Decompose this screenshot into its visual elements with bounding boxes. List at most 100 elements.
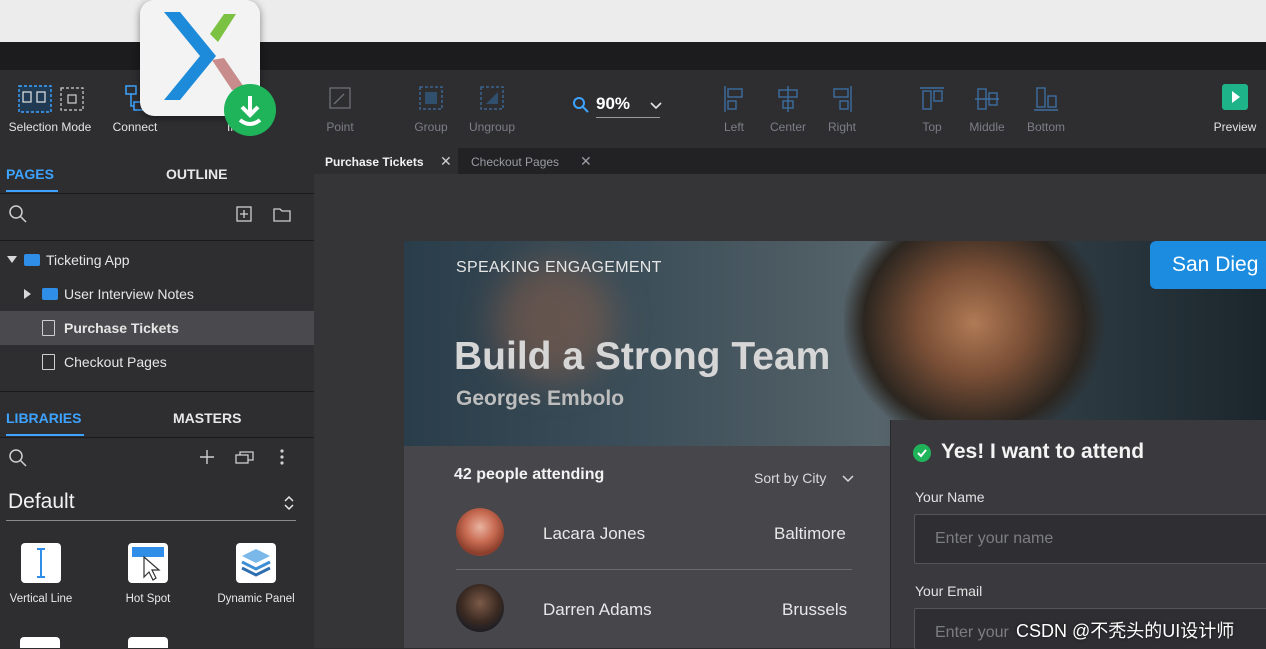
align-center-button[interactable]: Center	[762, 70, 814, 148]
attendee-list: 42 people attending Sort by City Lacara …	[404, 446, 890, 648]
tree-page-checkout-pages[interactable]: Checkout Pages	[0, 345, 314, 379]
avatar	[456, 584, 504, 632]
tree-item-label: Checkout Pages	[64, 354, 167, 370]
preview-button[interactable]: Preview	[1206, 70, 1264, 148]
ungroup-icon	[478, 84, 506, 119]
sort-dropdown[interactable]: Sort by City	[754, 470, 864, 488]
close-icon[interactable]: ✕	[580, 153, 592, 170]
city-tag-label: San Dieg	[1172, 253, 1259, 276]
library-search-icon[interactable]	[8, 448, 28, 468]
tree-item-label: User Interview Notes	[64, 286, 194, 302]
align-middle-button[interactable]: Middle	[962, 70, 1012, 148]
widget-label: Vertical Line	[9, 593, 73, 605]
hero-banner[interactable]: SPEAKING ENGAGEMENT Build a Strong Team …	[404, 241, 1266, 446]
play-icon	[1222, 84, 1248, 115]
align-top-button[interactable]: Top	[910, 70, 954, 148]
hero-title: Build a Strong Team	[454, 335, 831, 378]
align-bottom-icon	[1032, 84, 1060, 119]
updown-chevron-icon	[284, 495, 294, 511]
list-item[interactable]: Darren Adams Brussels	[404, 578, 890, 644]
align-center-icon	[775, 84, 801, 119]
page-icon	[42, 320, 55, 336]
tab-purchase-tickets[interactable]: Purchase Tickets ✕	[314, 148, 458, 174]
library-select[interactable]: Default	[6, 486, 296, 521]
ungroup-label: Ungroup	[468, 120, 516, 134]
library-stack-icon[interactable]	[235, 450, 255, 464]
name-field[interactable]: Enter your name	[914, 514, 1266, 564]
watermark-text: CSDN @不秃头的UI设计师	[1016, 621, 1235, 641]
align-right-label: Right	[827, 120, 856, 134]
attendee-name: Lacara Jones	[543, 524, 646, 543]
attendee-name: Darren Adams	[543, 600, 652, 619]
pages-search-icon[interactable]	[8, 204, 28, 224]
align-middle-label: Middle	[969, 120, 1005, 134]
align-top-label: Top	[922, 120, 942, 134]
tree-folder-ticketing-app[interactable]: Ticketing App	[0, 243, 314, 277]
library-select-value: Default	[8, 490, 75, 513]
selection-mode-button[interactable]: Selection Mode	[4, 70, 96, 148]
add-library-icon[interactable]	[199, 449, 215, 465]
align-middle-icon	[973, 84, 1001, 119]
download-badge-icon	[224, 84, 276, 136]
folder-icon	[24, 254, 40, 266]
tab-masters[interactable]: MASTERS	[173, 410, 241, 426]
zoom-value: 90%	[596, 94, 631, 113]
libraries-tab-indicator	[6, 434, 84, 436]
divider	[0, 391, 314, 392]
tree-folder-user-interview-notes[interactable]: User Interview Notes	[0, 277, 314, 311]
caret-down-icon[interactable]	[7, 256, 17, 264]
tab-libraries[interactable]: LIBRARIES	[6, 410, 81, 426]
dynamic-panel-icon	[236, 543, 276, 583]
zoom-control[interactable]: 90%	[572, 92, 662, 118]
selection-mode-icon	[15, 84, 85, 119]
list-item[interactable]: Lacara Jones Baltimore	[404, 502, 890, 568]
widget-dynamic-panel[interactable]: Dynamic Panel	[216, 543, 296, 605]
tree-page-purchase-tickets[interactable]: Purchase Tickets	[0, 311, 314, 345]
widget-hot-spot[interactable]: Hot Spot	[108, 543, 188, 605]
tree-item-label: Purchase Tickets	[64, 320, 179, 336]
divider	[0, 193, 314, 194]
widget-partial[interactable]	[128, 637, 168, 648]
widget-vertical-line[interactable]: Vertical Line	[1, 543, 81, 605]
attendee-city: Brussels	[782, 600, 848, 619]
folder-icon	[42, 288, 58, 300]
zoom-underline	[596, 117, 660, 118]
align-left-button[interactable]: Left	[712, 70, 756, 148]
tab-outline[interactable]: OUTLINE	[166, 166, 227, 182]
group-icon	[417, 84, 445, 119]
ungroup-button[interactable]: Ungroup	[462, 70, 522, 148]
selection-mode-label: Selection Mode	[8, 120, 92, 134]
sort-label: Sort by City	[754, 470, 827, 486]
widget-label: Hot Spot	[125, 593, 171, 605]
name-field-label: Your Name	[915, 489, 985, 505]
tab-pages[interactable]: PAGES	[6, 166, 54, 182]
caret-right-icon[interactable]	[24, 289, 32, 299]
group-button[interactable]: Group	[408, 70, 454, 148]
name-field-placeholder: Enter your name	[935, 530, 1054, 547]
add-folder-icon[interactable]	[273, 206, 291, 222]
more-vertical-icon[interactable]	[279, 449, 285, 465]
hero-speaker: Georges Embolo	[456, 387, 625, 410]
hero-eyebrow: SPEAKING ENGAGEMENT	[456, 259, 662, 276]
pages-tab-indicator	[6, 190, 58, 192]
rsvp-title: Yes! I want to attend	[941, 440, 1145, 463]
align-bottom-button[interactable]: Bottom	[1020, 70, 1072, 148]
align-right-button[interactable]: Right	[818, 70, 866, 148]
document-tabs: Purchase Tickets ✕ Checkout Pages ✕	[314, 148, 1266, 174]
chevron-down-icon	[650, 102, 662, 110]
point-icon	[326, 84, 354, 119]
widget-partial[interactable]	[20, 637, 60, 648]
group-label: Group	[414, 120, 448, 134]
city-tag[interactable]: San Dieg	[1150, 241, 1266, 289]
close-icon[interactable]: ✕	[440, 153, 452, 170]
hot-spot-icon	[128, 543, 168, 583]
hero-photo-person	[844, 241, 1104, 446]
align-top-icon	[918, 84, 946, 119]
add-page-icon[interactable]	[236, 206, 252, 222]
tab-checkout-pages[interactable]: Checkout Pages ✕	[458, 148, 598, 174]
widget-label: Dynamic Panel	[217, 593, 295, 605]
doc-tab-label: Checkout Pages	[471, 155, 560, 169]
page-icon	[42, 354, 55, 370]
point-button[interactable]: Point	[318, 70, 362, 148]
doc-tab-label: Purchase Tickets	[325, 155, 424, 169]
